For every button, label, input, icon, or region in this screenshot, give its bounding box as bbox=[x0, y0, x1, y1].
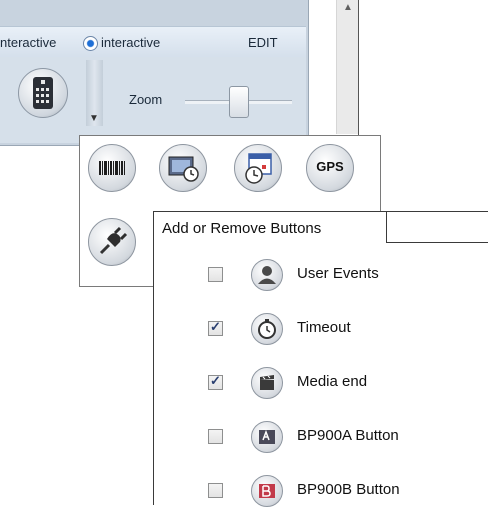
checkbox-user-events[interactable] bbox=[208, 267, 223, 282]
menu-item-label: Timeout bbox=[297, 319, 351, 336]
plug-icon bbox=[99, 226, 128, 255]
vertical-scrollbar[interactable]: ▲ bbox=[336, 0, 359, 134]
menu-item-label: BP900B Button bbox=[297, 481, 400, 498]
zoom-slider-thumb[interactable] bbox=[229, 86, 249, 118]
interactive-radio[interactable] bbox=[83, 36, 98, 51]
menu-header-border-bottom bbox=[386, 242, 488, 243]
mode-toolbar: nteractive interactive EDIT bbox=[0, 26, 306, 59]
scroll-up-icon[interactable]: ▲ bbox=[343, 2, 353, 13]
menu-header-border bbox=[386, 212, 387, 243]
divider bbox=[358, 0, 359, 135]
dropdown-arrow-icon: ▼ bbox=[89, 113, 99, 124]
gps-button[interactable]: GPS bbox=[306, 144, 354, 192]
calendar-clock-button[interactable] bbox=[234, 144, 282, 192]
barcode-button[interactable] bbox=[88, 144, 136, 192]
film-clapper-icon bbox=[251, 367, 283, 399]
menu-item-label: BP900A Button bbox=[297, 427, 399, 444]
checkbox-bp900b[interactable] bbox=[208, 483, 223, 498]
barcode-icon bbox=[99, 161, 125, 175]
user-icon bbox=[251, 259, 283, 291]
checkbox-timeout[interactable] bbox=[208, 319, 223, 336]
media-timer-icon bbox=[168, 156, 199, 182]
interactive-label: interactive bbox=[101, 35, 161, 50]
gps-label: GPS bbox=[316, 159, 344, 174]
non-interactive-label: nteractive bbox=[0, 35, 57, 50]
media-timer-button[interactable] bbox=[159, 144, 207, 192]
remote-control-icon bbox=[33, 77, 53, 109]
checkbox-media-end[interactable] bbox=[208, 373, 223, 390]
menu-item-label: User Events bbox=[297, 265, 379, 282]
menu-item-label: Media end bbox=[297, 373, 368, 390]
checkbox-bp900a[interactable] bbox=[208, 429, 223, 444]
buttons-dropdown-handle[interactable]: ▼ bbox=[86, 60, 103, 126]
stopwatch-icon bbox=[251, 313, 283, 345]
add-remove-buttons-menu: Add or Remove Buttons User Events Timeou… bbox=[153, 211, 488, 507]
bp900b-icon bbox=[251, 475, 283, 507]
bp900a-icon bbox=[251, 421, 283, 453]
calendar-clock-icon bbox=[245, 153, 272, 184]
power-plug-button[interactable] bbox=[88, 218, 136, 266]
remote-control-button[interactable] bbox=[18, 68, 68, 118]
edit-button[interactable]: EDIT bbox=[248, 35, 278, 50]
menu-title[interactable]: Add or Remove Buttons bbox=[162, 220, 321, 237]
zoom-label: Zoom bbox=[129, 92, 163, 107]
